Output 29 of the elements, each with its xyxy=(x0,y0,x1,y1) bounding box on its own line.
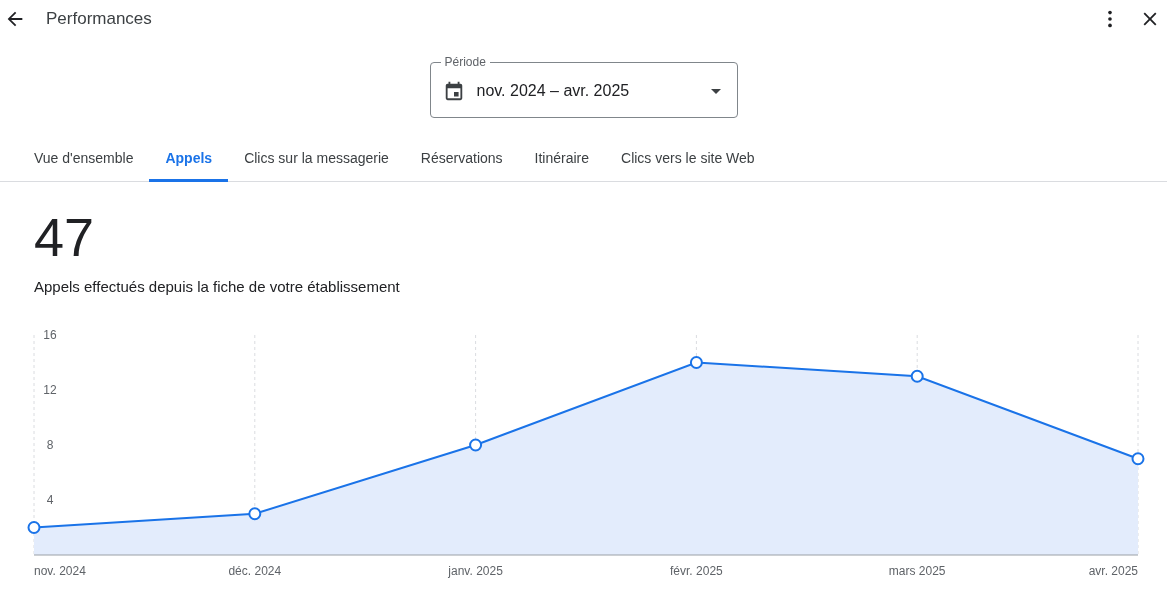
page-title: Performances xyxy=(46,9,153,29)
dropdown-caret-icon xyxy=(710,88,721,94)
x-tick-label: nov. 2024 xyxy=(34,564,86,578)
period-dropdown[interactable]: Période nov. 2024 – avr. 2025 xyxy=(429,55,738,118)
period-value: nov. 2024 – avr. 2025 xyxy=(476,82,631,100)
data-point xyxy=(910,369,924,383)
y-tick-label: 8 xyxy=(46,438,54,452)
tab[interactable]: Vue d'ensemble xyxy=(18,138,150,182)
x-tick-label: févr. 2025 xyxy=(670,564,723,578)
tab[interactable]: Clics sur la messagerie xyxy=(228,138,405,182)
data-point xyxy=(689,356,703,369)
tab[interactable]: Clics vers le site Web xyxy=(605,138,771,182)
period-label: Période xyxy=(443,55,487,69)
x-tick-label: déc. 2024 xyxy=(228,564,282,578)
y-tick-label: 12 xyxy=(43,383,57,397)
tab[interactable]: Appels xyxy=(149,138,229,182)
data-point xyxy=(248,507,262,521)
x-tick-label: avr. 2025 xyxy=(1088,564,1138,578)
tab[interactable]: Itinéraire xyxy=(518,138,606,182)
tab[interactable]: Réservations xyxy=(404,138,519,182)
metric-caption: Appels effectués depuis la fiche de votre établissement xyxy=(34,278,401,295)
y-tick-label: 16 xyxy=(43,328,57,342)
data-point xyxy=(469,438,483,452)
y-tick-label: 4 xyxy=(46,493,54,507)
x-tick-label: janv. 2025 xyxy=(448,564,503,578)
x-tick-label: mars 2025 xyxy=(888,564,946,578)
data-point xyxy=(1131,452,1145,466)
metric-value: 47 xyxy=(34,206,96,268)
data-point xyxy=(27,521,41,534)
